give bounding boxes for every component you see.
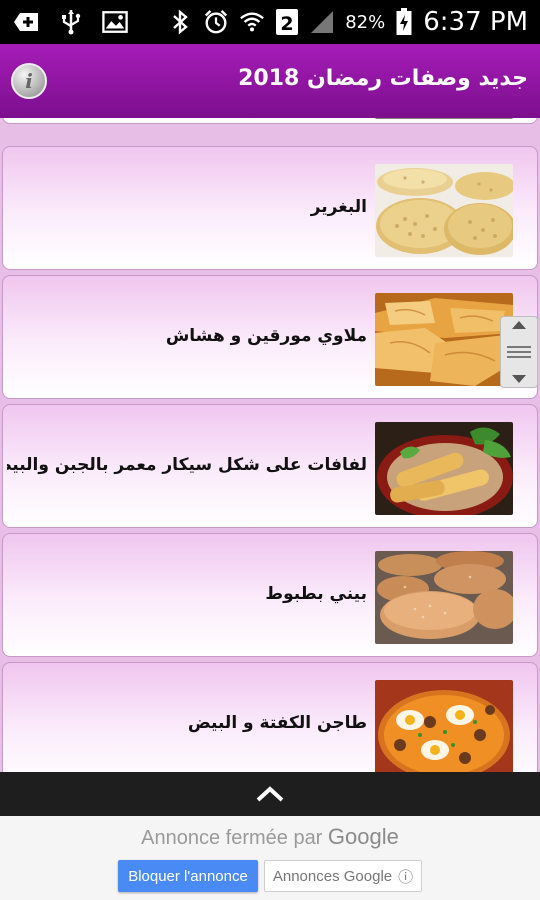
kefta-tajine-photo: [375, 680, 513, 772]
image-icon: [102, 9, 128, 35]
scroll-up-arrow-icon: [512, 321, 526, 329]
recipe-title: بيني بطبوط: [265, 584, 367, 604]
scroll-grip-icon: [507, 346, 531, 358]
app-bar: i جديد وصفات رمضان 2018: [0, 44, 540, 118]
info-icon: i: [25, 69, 33, 93]
recipe-image: [375, 118, 513, 119]
google-wordmark: Google: [327, 824, 399, 849]
baghrir-photo: [375, 164, 513, 257]
list-item[interactable]: لفافات على شكل سيكار معمر بالجبن والبيض: [2, 404, 538, 528]
chevron-up-icon: [256, 786, 284, 802]
recipe-title: البغرير: [310, 197, 367, 217]
info-button[interactable]: i: [11, 63, 47, 99]
recipe-title: لفافات على شكل سيكار معمر بالجبن والبيض: [7, 455, 367, 475]
recipe-title: طاجن الكفتة و البيض: [187, 713, 367, 733]
battery-percentage: 82%: [345, 11, 386, 33]
list-item[interactable]: [2, 118, 538, 124]
sim-2-icon: 2: [275, 9, 299, 35]
add-notification-icon: [14, 9, 40, 35]
ad-closed-text: Annonce fermée par: [141, 827, 323, 849]
msemen-photo: [375, 293, 513, 386]
google-ads-button[interactable]: Annonces Google ⓘ: [264, 860, 422, 892]
alarm-icon: [203, 9, 229, 35]
app-title: جديد وصفات رمضان 2018: [238, 66, 528, 91]
info-circle-icon: ⓘ: [398, 868, 414, 886]
wifi-icon: [239, 9, 265, 35]
fast-scroll-handle[interactable]: [500, 316, 538, 388]
ad-banner: Annonce fermée par Google Bloquer l'anno…: [0, 816, 540, 900]
list-item[interactable]: طاجن الكفتة و البيض: [2, 662, 538, 772]
list-item[interactable]: بيني بطبوط: [2, 533, 538, 657]
list-item[interactable]: البغرير: [2, 146, 538, 270]
usb-icon: [58, 9, 84, 35]
block-ad-button[interactable]: Bloquer l'annonce: [118, 860, 258, 892]
clock: 6:37 PM: [423, 7, 528, 37]
recipe-list[interactable]: البغرير ملاوي مورقين و هشاش لفافات على ش…: [0, 118, 540, 772]
recipe-title: ملاوي مورقين و هشاش: [165, 326, 367, 346]
google-ads-label: Annonces Google: [272, 867, 393, 885]
battery-charging-icon: [395, 8, 413, 35]
status-bar: 2 82% 6:37 PM: [0, 0, 540, 44]
signal-icon: [309, 9, 335, 35]
cigars-photo: [375, 422, 513, 515]
ad-closed-message: Annonce fermée par Google: [0, 824, 540, 850]
list-item[interactable]: ملاوي مورقين و هشاش: [2, 275, 538, 399]
bluetooth-icon: [167, 9, 193, 35]
svg-text:2: 2: [281, 13, 294, 35]
scroll-down-arrow-icon: [512, 375, 526, 383]
ad-collapse-bar[interactable]: [0, 772, 540, 816]
batbout-photo: [375, 551, 513, 644]
